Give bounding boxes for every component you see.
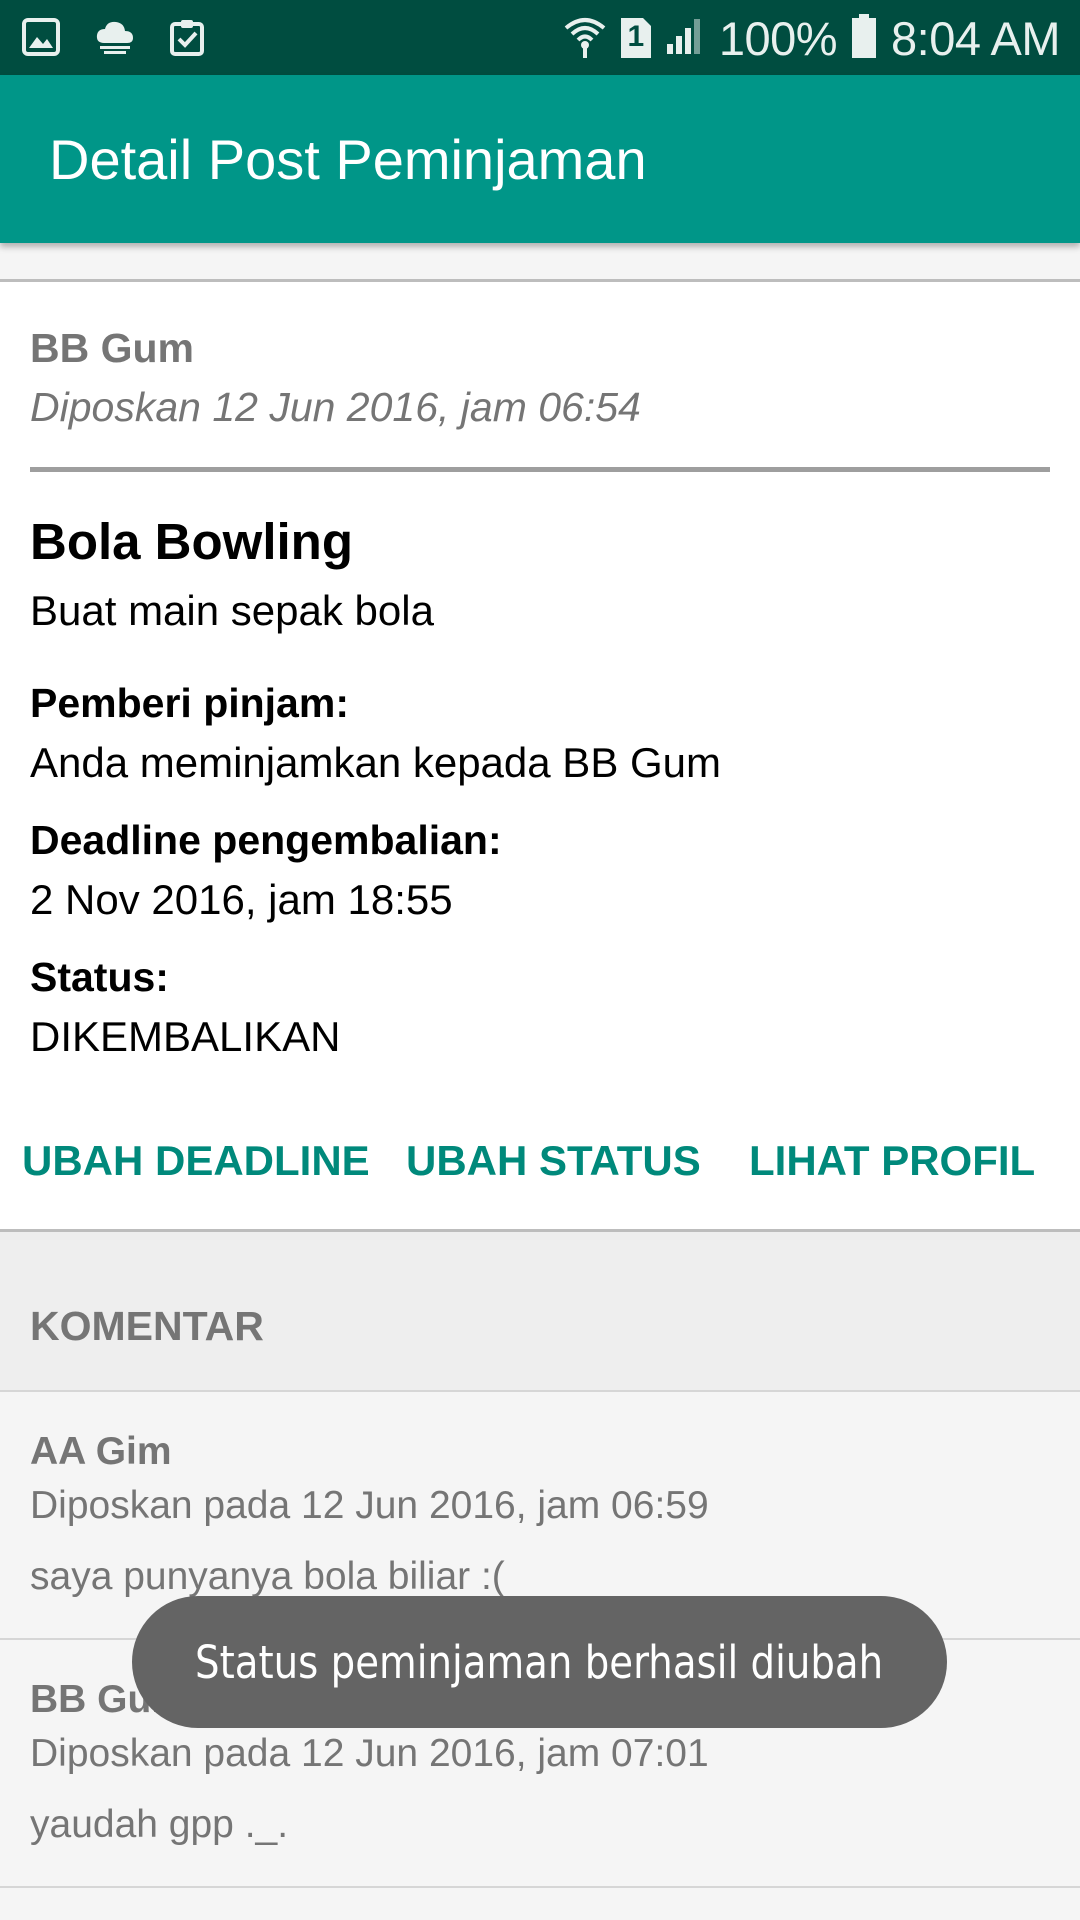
lender-label: Pemberi pinjam: [30,680,349,726]
view-profile-button[interactable]: LIHAT PROFIL [749,1137,1035,1185]
item-title: Bola Bowling [30,513,353,570]
comment-author: AA Gim [30,1430,172,1473]
deadline-label: Deadline pengembalian: [30,817,502,863]
toast-message: Status peminjaman berhasil diubah [132,1596,947,1728]
lender-value: Anda meminjamkan kepada BB Gum [30,739,722,786]
wifi-icon [563,14,607,63]
toast-text: Status peminjaman berhasil diubah [195,1635,884,1689]
status-label: Status: [30,954,169,1000]
gallery-icon [22,18,60,56]
cloud-icon [94,19,136,55]
sim-icon: 1 [620,18,651,58]
comment-date: Diposkan pada 12 Jun 2016, jam 07:01 [30,1732,709,1775]
item-description: Buat main sepak bola [30,587,434,634]
page-title: Detail Post Peminjaman [49,128,647,191]
status-bar: 1 100% 8:04 AM [0,0,1080,75]
signal-icon [665,16,705,61]
post-detail-card: BB Gum Diposkan 12 Jun 2016, jam 06:54 B… [0,279,1080,1232]
post-author: BB Gum [30,325,194,371]
post-date: Diposkan 12 Jun 2016, jam 06:54 [30,384,641,430]
change-status-button[interactable]: UBAH STATUS [406,1137,701,1185]
comment-text: yaudah gpp ._. [30,1803,289,1846]
app-bar: Detail Post Peminjaman [0,75,1080,243]
clock: 8:04 AM [891,11,1060,65]
divider [30,467,1050,472]
comment-date: Diposkan pada 12 Jun 2016, jam 06:59 [30,1484,709,1527]
clipboard-check-icon [170,18,204,56]
sim-slot-number: 1 [627,20,645,53]
comments-title: KOMENTAR [30,1303,264,1349]
comment-text: saya punyanya bola biliar :( [30,1555,505,1598]
deadline-value: 2 Nov 2016, jam 18:55 [30,876,453,923]
comments-header: KOMENTAR [0,1232,1080,1392]
battery-icon [851,13,877,63]
battery-percent: 100% [718,11,838,65]
change-deadline-button[interactable]: UBAH DEADLINE [22,1137,370,1185]
status-value: DIKEMBALIKAN [30,1013,341,1060]
